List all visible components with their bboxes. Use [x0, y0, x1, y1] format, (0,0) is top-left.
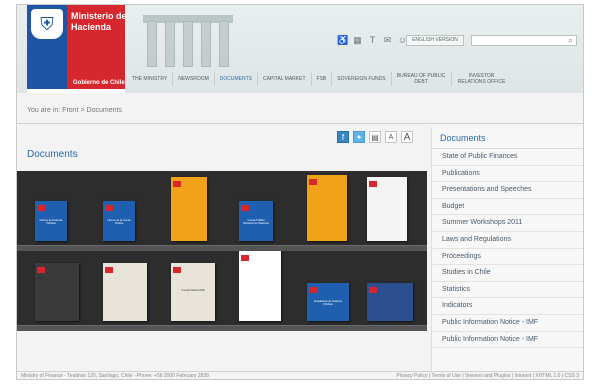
doc-tools: f ✦ ▤ A A	[337, 131, 413, 143]
sidebar-item-imf-notice-2[interactable]: Public Information Notice - IMF	[432, 332, 583, 349]
gov-label: Gobierno de Chile	[73, 80, 125, 86]
cover-title: Informe de la Cuenta Pública	[107, 219, 131, 225]
cover-logo	[173, 181, 181, 187]
search-input[interactable]	[471, 35, 577, 46]
cover-logo	[309, 287, 317, 293]
page-frame: ⛨ Ministerio de Hacienda Gobierno de Chi…	[16, 4, 584, 380]
document-cover[interactable]: Estadísticas de Finanzas Públicas	[307, 283, 349, 321]
nav-item-ministry[interactable]: THE MINISTRY	[127, 72, 174, 86]
logo-white-bar	[27, 89, 125, 93]
sidebar-item-imf-notice[interactable]: Public Information Notice - IMF	[432, 315, 583, 332]
cover-logo	[173, 267, 181, 273]
print-icon[interactable]: ▤	[369, 131, 381, 143]
sidebar-item-budget[interactable]: Budget	[432, 199, 583, 216]
main-content: f ✦ ▤ A A Documents Informe de Finanzas …	[17, 127, 427, 373]
english-version-button[interactable]: ENGLISH VERSION	[406, 35, 464, 46]
header-divider	[17, 123, 583, 124]
cover-logo	[105, 205, 113, 211]
text-size-icon[interactable]: T	[367, 35, 378, 46]
font-increase-button[interactable]: A	[401, 131, 413, 143]
document-cover[interactable]	[171, 177, 207, 241]
sidebar-item-studies[interactable]: Studies in Chile	[432, 265, 583, 282]
cover-logo	[369, 287, 377, 293]
breadcrumb-separator: >	[80, 107, 85, 114]
nav-item-sovereign-funds[interactable]: SOVEREIGN FUNDS	[332, 72, 392, 86]
sidebar: Documents State of Public Finances Publi…	[431, 127, 583, 373]
building-column	[147, 21, 157, 67]
cover-logo	[241, 255, 249, 261]
cover-title: Estadísticas de Finanzas Públicas	[314, 300, 342, 306]
site-header: ⛨ Ministerio de Hacienda Gobierno de Chi…	[17, 5, 583, 93]
nav-item-capital-market[interactable]: CAPITAL MARKET	[258, 72, 312, 86]
mail-icon[interactable]: ✉	[382, 35, 393, 46]
building-column	[201, 21, 211, 67]
document-cover[interactable]: Informe de Finanzas Públicas	[35, 201, 67, 241]
shelf-board	[17, 325, 427, 331]
coat-of-arms-icon: ⛨	[31, 9, 63, 39]
nav-item-investor-relations[interactable]: INVESTOR RELATIONS OFFICE	[452, 72, 512, 86]
document-cover[interactable]	[35, 263, 79, 321]
document-cover[interactable]: Informe de la Cuenta Pública	[103, 201, 135, 241]
breadcrumb-current: Documents	[86, 107, 122, 114]
page-title: Documents	[27, 149, 78, 160]
twitter-icon[interactable]: ✦	[353, 131, 365, 143]
document-cover[interactable]: Cuenta Pública Ministerio de Hacienda	[239, 201, 273, 241]
font-decrease-button[interactable]: A	[385, 131, 397, 143]
sidebar-item-presentations[interactable]: Presentations and Speeches	[432, 182, 583, 199]
footer-links[interactable]: Privacy Policy | Terms of Use | Viewers …	[396, 373, 579, 379]
building-column	[219, 21, 229, 67]
nav-item-documents[interactable]: DOCUMENTS	[215, 72, 258, 86]
cover-logo	[241, 205, 249, 211]
cover-logo	[37, 205, 45, 211]
sidebar-item-publications[interactable]: Publications	[432, 166, 583, 183]
cover-logo	[309, 179, 317, 185]
cover-title: Cuenta Pública 2006	[181, 289, 205, 292]
document-cover[interactable]	[367, 177, 407, 241]
building-illustration	[129, 7, 339, 67]
sidebar-item-summer-workshops[interactable]: Summer Workshops 2011	[432, 215, 583, 232]
building-column	[183, 21, 193, 67]
document-cover[interactable]: Cuenta Pública 2006	[171, 263, 215, 321]
breadcrumb: You are in: Front > Documents	[27, 107, 122, 114]
document-cover[interactable]	[367, 283, 413, 321]
facebook-icon[interactable]: f	[337, 131, 349, 143]
shelf-board	[17, 245, 427, 251]
document-cover[interactable]	[307, 175, 347, 241]
breadcrumb-front-link[interactable]: Front	[62, 107, 78, 114]
nav-item-newsroom[interactable]: NEWSROOM	[173, 72, 215, 86]
footer-address: Ministry of Finance - Teatinos 120, Sant…	[21, 373, 209, 379]
nav-item-fsb[interactable]: FSB	[312, 72, 333, 86]
sitemap-icon[interactable]: ▦	[352, 35, 363, 46]
ministry-name[interactable]: Ministerio de Hacienda	[71, 11, 127, 33]
cover-title: Cuenta Pública Ministerio de Hacienda	[243, 219, 269, 225]
search-icon[interactable]: ⌕	[565, 35, 576, 46]
cover-logo	[37, 267, 45, 273]
cover-title: Informe de Finanzas Públicas	[39, 219, 63, 225]
sidebar-item-laws[interactable]: Laws and Regulations	[432, 232, 583, 249]
cover-logo	[105, 267, 113, 273]
site-footer: Ministry of Finance - Teatinos 120, Sant…	[17, 371, 583, 379]
sidebar-item-statistics[interactable]: Statistics	[432, 282, 583, 299]
document-cover[interactable]	[103, 263, 147, 321]
nav-item-public-debt[interactable]: BUREAU OF PUBLIC DEBT	[392, 72, 452, 86]
sidebar-item-indicators[interactable]: Indicators	[432, 298, 583, 315]
cover-logo	[369, 181, 377, 187]
breadcrumb-prefix: You are in:	[27, 107, 61, 114]
sidebar-item-proceedings[interactable]: Proceedings	[432, 249, 583, 266]
building-column	[165, 21, 175, 67]
sidebar-item-state-public-finances[interactable]: State of Public Finances	[432, 149, 583, 166]
main-nav: THE MINISTRY NEWSROOM DOCUMENTS CAPITAL …	[127, 67, 512, 91]
document-shelf: Informe de Finanzas Públicas Informe de l…	[17, 171, 427, 331]
accessibility-icon[interactable]: ♿	[337, 35, 348, 46]
sidebar-title: Documents	[432, 127, 583, 149]
document-cover[interactable]	[239, 251, 281, 321]
